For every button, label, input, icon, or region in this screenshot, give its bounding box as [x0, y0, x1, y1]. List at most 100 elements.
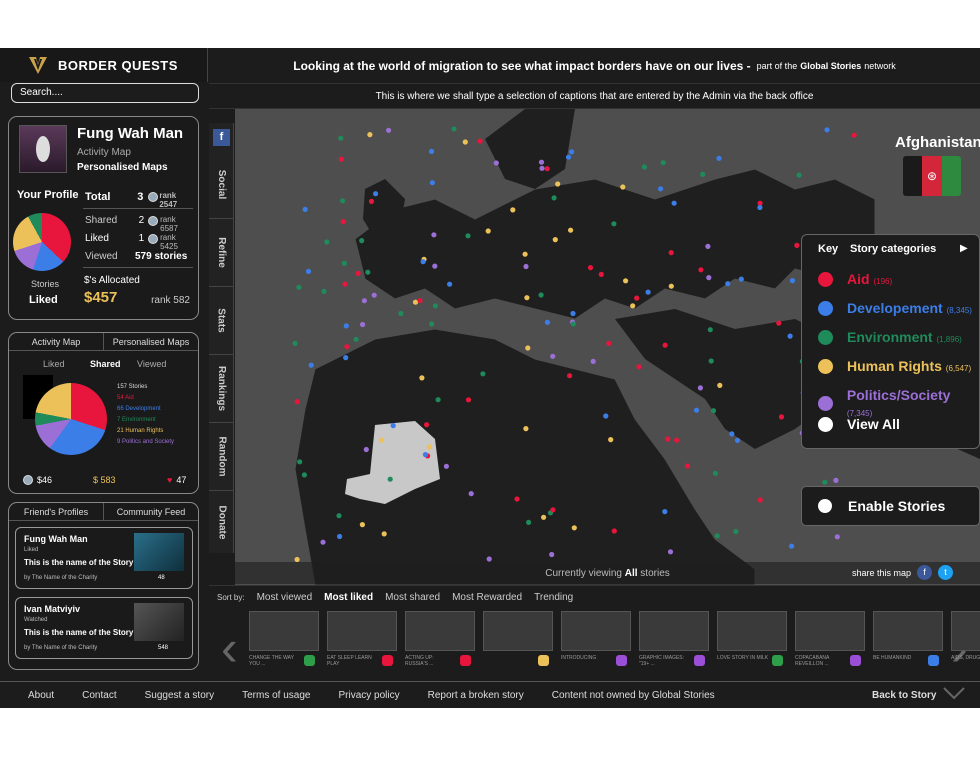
story-marker[interactable] [426, 444, 432, 450]
key-item-development[interactable]: Developement (8,345) [818, 300, 972, 316]
story-marker[interactable] [668, 250, 674, 256]
story-marker[interactable] [360, 321, 366, 328]
story-marker[interactable] [387, 476, 393, 482]
play-icon[interactable]: ▶ [960, 243, 968, 254]
story-marker[interactable] [667, 549, 674, 555]
story-marker[interactable] [567, 373, 573, 379]
story-thumbnail[interactable] [483, 611, 553, 651]
story-marker[interactable] [738, 276, 744, 282]
tab-social[interactable]: Social [209, 151, 234, 219]
story-marker[interactable] [340, 198, 346, 204]
sort-most-shared[interactable]: Most shared [385, 592, 440, 603]
story-marker[interactable] [551, 195, 557, 201]
story-marker[interactable] [353, 336, 359, 342]
facebook-share-icon[interactable]: f [917, 565, 933, 580]
story-marker[interactable] [587, 265, 594, 271]
story-marker[interactable] [851, 132, 857, 138]
story-marker[interactable] [684, 463, 691, 469]
footer-about[interactable]: About [28, 690, 54, 701]
facebook-icon[interactable]: f [213, 129, 230, 146]
feed-story-title[interactable]: This is the name of the Story [24, 558, 133, 567]
story-marker[interactable] [338, 156, 344, 162]
story-marker[interactable] [468, 491, 474, 497]
story-marker[interactable] [302, 206, 308, 212]
story-marker[interactable] [373, 191, 379, 197]
story-marker[interactable] [343, 323, 349, 329]
story-marker[interactable] [550, 507, 556, 513]
story-marker[interactable] [538, 292, 544, 298]
story-marker[interactable] [636, 364, 642, 370]
story-marker[interactable] [308, 362, 314, 368]
story-tile[interactable]: AIDS, DRUGS AND ... [951, 611, 980, 671]
feed-story-title[interactable]: This is the name of the Story [24, 628, 133, 637]
story-marker[interactable] [660, 160, 666, 166]
story-marker[interactable] [570, 310, 576, 317]
story-marker[interactable] [493, 160, 499, 166]
footer-contact[interactable]: Contact [82, 690, 116, 701]
story-marker[interactable] [668, 283, 674, 289]
story-marker[interactable] [398, 310, 404, 317]
story-marker[interactable] [361, 298, 367, 304]
story-marker[interactable] [422, 452, 428, 458]
story-marker[interactable] [796, 172, 802, 178]
story-marker[interactable] [725, 281, 731, 287]
story-marker[interactable] [757, 497, 763, 503]
story-marker[interactable] [707, 327, 713, 333]
story-marker[interactable] [571, 525, 577, 531]
sort-most-liked[interactable]: Most liked [324, 592, 373, 603]
story-marker[interactable] [539, 165, 545, 171]
story-marker[interactable] [570, 321, 576, 327]
chevron-down-icon[interactable] [942, 686, 966, 700]
story-marker[interactable] [292, 340, 298, 346]
story-marker[interactable] [716, 155, 722, 161]
story-thumbnail[interactable] [249, 611, 319, 651]
story-marker[interactable] [386, 127, 392, 133]
story-marker[interactable] [693, 407, 700, 413]
story-marker[interactable] [662, 509, 668, 515]
story-marker[interactable] [822, 479, 828, 485]
story-marker[interactable] [371, 292, 377, 298]
brand[interactable]: BORDER QUESTS [0, 48, 208, 82]
story-thumbnail[interactable] [795, 611, 865, 651]
story-marker[interactable] [623, 278, 629, 284]
tab-rankings[interactable]: Rankings [209, 355, 234, 423]
story-marker[interactable] [708, 358, 714, 364]
story-marker[interactable] [641, 164, 647, 170]
subtab-liked[interactable]: Liked [43, 359, 65, 369]
footer-privacy[interactable]: Privacy policy [338, 690, 399, 701]
story-thumbnail[interactable] [951, 611, 980, 651]
story-marker[interactable] [443, 463, 449, 469]
subtab-viewed[interactable]: Viewed [137, 359, 166, 369]
story-marker[interactable] [341, 260, 347, 266]
tab-donate[interactable]: Donate [209, 491, 234, 553]
story-marker[interactable] [432, 263, 438, 269]
story-marker[interactable] [417, 298, 423, 304]
story-marker[interactable] [419, 375, 425, 381]
story-marker[interactable] [706, 275, 712, 281]
story-marker[interactable] [590, 358, 596, 364]
story-marker[interactable] [486, 556, 492, 562]
network-link[interactable]: Global Stories [800, 61, 861, 71]
story-marker[interactable] [606, 340, 612, 346]
story-tile[interactable]: BE HUMANKIND [873, 611, 943, 671]
activity-map-link[interactable]: Activity Map [77, 147, 131, 158]
feed-thumbnail[interactable] [134, 603, 184, 641]
story-marker[interactable] [776, 320, 782, 326]
story-tile[interactable] [483, 611, 553, 671]
story-marker[interactable] [485, 228, 491, 234]
tab-random[interactable]: Random [209, 423, 234, 491]
story-thumbnail[interactable] [327, 611, 397, 651]
story-marker[interactable] [342, 281, 348, 287]
story-marker[interactable] [296, 284, 302, 290]
story-marker[interactable] [320, 539, 326, 545]
search-input[interactable]: Search.... [11, 83, 199, 103]
story-marker[interactable] [462, 139, 468, 145]
story-marker[interactable] [523, 426, 529, 432]
story-marker[interactable] [368, 198, 375, 204]
story-marker[interactable] [705, 243, 711, 249]
story-marker[interactable] [698, 267, 704, 273]
story-marker[interactable] [523, 263, 529, 270]
back-to-story[interactable]: Back to Story [872, 690, 936, 701]
story-marker[interactable] [420, 259, 426, 265]
story-marker[interactable] [378, 437, 385, 443]
